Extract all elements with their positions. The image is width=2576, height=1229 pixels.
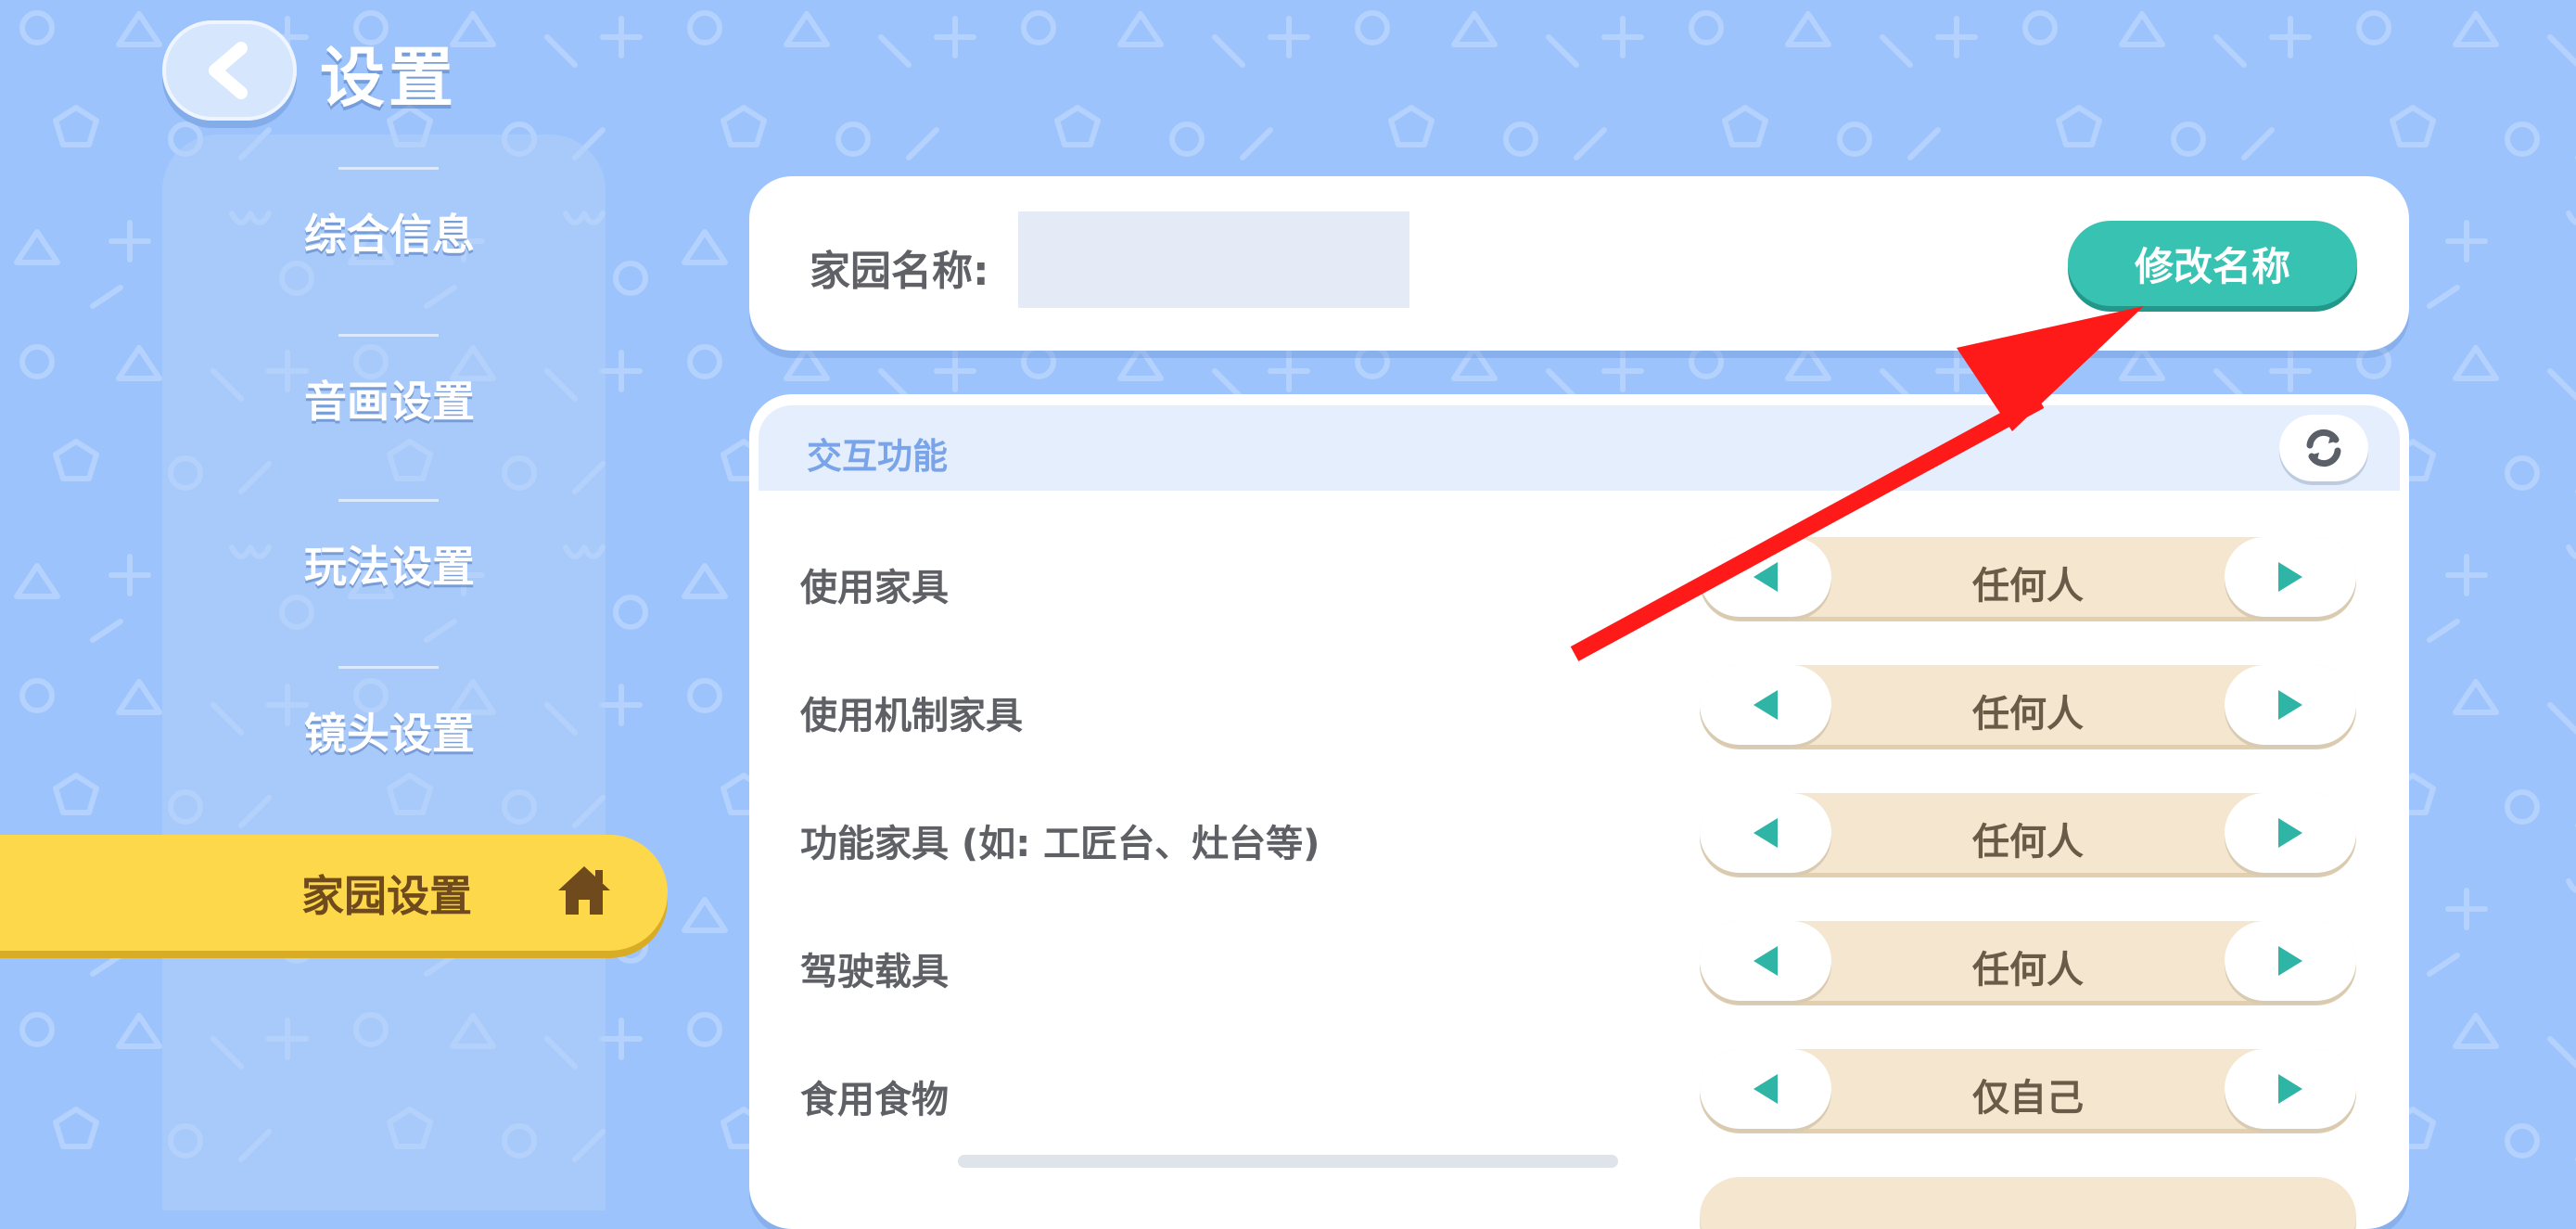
- previous-option-button[interactable]: [1700, 537, 1831, 617]
- interaction-settings-panel: 交互功能 使用家具 任何人 使用机制家具 任何人 功能家具 (如: 工匠台、灶台…: [749, 394, 2409, 1229]
- chevron-left-icon: [208, 42, 248, 99]
- next-option-button[interactable]: [2225, 537, 2356, 617]
- triangle-left-icon: [1753, 690, 1778, 720]
- sidebar-item-label: 音画设置: [304, 377, 475, 427]
- triangle-left-icon: [1753, 562, 1778, 592]
- setting-row-drive-vehicle: 驾驶载具 任何人: [749, 915, 2409, 1008]
- sidebar-item-label: 玩法设置: [304, 542, 475, 592]
- setting-row-use-furniture: 使用家具 任何人: [749, 531, 2409, 624]
- setting-row-use-mechanism-furniture: 使用机制家具 任何人: [749, 659, 2409, 752]
- sidebar-divider: [338, 334, 439, 337]
- section-header: 交互功能: [759, 405, 2400, 491]
- page-title: 设置: [320, 40, 457, 116]
- value-selector: [1700, 1177, 2356, 1229]
- setting-row-eat-food: 食用食物 仅自己: [749, 1043, 2409, 1136]
- sidebar-item-label: 家园设置: [301, 870, 472, 921]
- value-selector: 任何人: [1700, 537, 2356, 617]
- selected-value: 仅自己: [1972, 1077, 2084, 1120]
- sidebar-divider: [338, 666, 439, 669]
- next-option-button[interactable]: [2225, 921, 2356, 1001]
- triangle-right-icon: [2278, 1074, 2302, 1104]
- home-name-card: 家园名称: 修改名称: [749, 176, 2409, 351]
- selected-value: 任何人: [1972, 565, 2084, 608]
- sidebar-item-home-settings[interactable]: 家园设置: [0, 835, 668, 951]
- back-button[interactable]: [162, 20, 297, 121]
- setting-label: 使用机制家具: [800, 695, 1023, 737]
- next-option-button[interactable]: [2225, 1049, 2356, 1129]
- value-selector: 任何人: [1700, 665, 2356, 745]
- triangle-left-icon: [1753, 946, 1778, 976]
- previous-option-button[interactable]: [1700, 1049, 1831, 1129]
- setting-label: 食用食物: [800, 1079, 949, 1121]
- selected-value: 任何人: [1972, 693, 2084, 736]
- refresh-icon: [2306, 429, 2341, 467]
- sidebar-item-label: 综合信息: [304, 210, 475, 260]
- triangle-left-icon: [1753, 1074, 1778, 1104]
- value-selector: 任何人: [1700, 793, 2356, 873]
- sidebar-divider: [338, 167, 439, 170]
- value-selector: 任何人: [1700, 921, 2356, 1001]
- selected-value: 任何人: [1972, 821, 2084, 864]
- setting-label: 功能家具 (如: 工匠台、灶台等): [800, 823, 1320, 865]
- previous-option-button[interactable]: [1700, 921, 1831, 1001]
- home-icon: [558, 866, 610, 915]
- horizontal-scrollbar[interactable]: [958, 1155, 1618, 1168]
- triangle-right-icon: [2278, 690, 2302, 720]
- home-name-value-blurred: [1018, 211, 1409, 308]
- setting-label: 驾驶载具: [800, 951, 949, 993]
- triangle-right-icon: [2278, 562, 2302, 592]
- previous-option-button[interactable]: [1700, 793, 1831, 873]
- triangle-right-icon: [2278, 818, 2302, 848]
- triangle-right-icon: [2278, 946, 2302, 976]
- section-title: 交互功能: [807, 436, 949, 477]
- setting-row-partial: [749, 1171, 2409, 1229]
- previous-option-button[interactable]: [1700, 665, 1831, 745]
- sidebar-divider: [338, 499, 439, 502]
- selected-value: 任何人: [1972, 949, 2084, 992]
- next-option-button[interactable]: [2225, 665, 2356, 745]
- sidebar: [162, 134, 606, 1210]
- setting-label: 使用家具: [800, 567, 949, 609]
- sidebar-item-gameplay[interactable]: 玩法设置: [213, 508, 566, 620]
- value-selector: 仅自己: [1700, 1049, 2356, 1129]
- reset-button[interactable]: [2279, 415, 2368, 481]
- home-name-label: 家园名称:: [810, 248, 989, 295]
- rename-button[interactable]: 修改名称: [2068, 221, 2357, 306]
- sidebar-item-camera[interactable]: 镜头设置: [213, 675, 566, 787]
- next-option-button[interactable]: [2225, 793, 2356, 873]
- triangle-left-icon: [1753, 818, 1778, 848]
- sidebar-item-general-info[interactable]: 综合信息: [213, 176, 566, 288]
- sidebar-item-audio-video[interactable]: 音画设置: [213, 343, 566, 454]
- setting-row-functional-furniture: 功能家具 (如: 工匠台、灶台等) 任何人: [749, 787, 2409, 880]
- sidebar-item-label: 镜头设置: [304, 709, 475, 759]
